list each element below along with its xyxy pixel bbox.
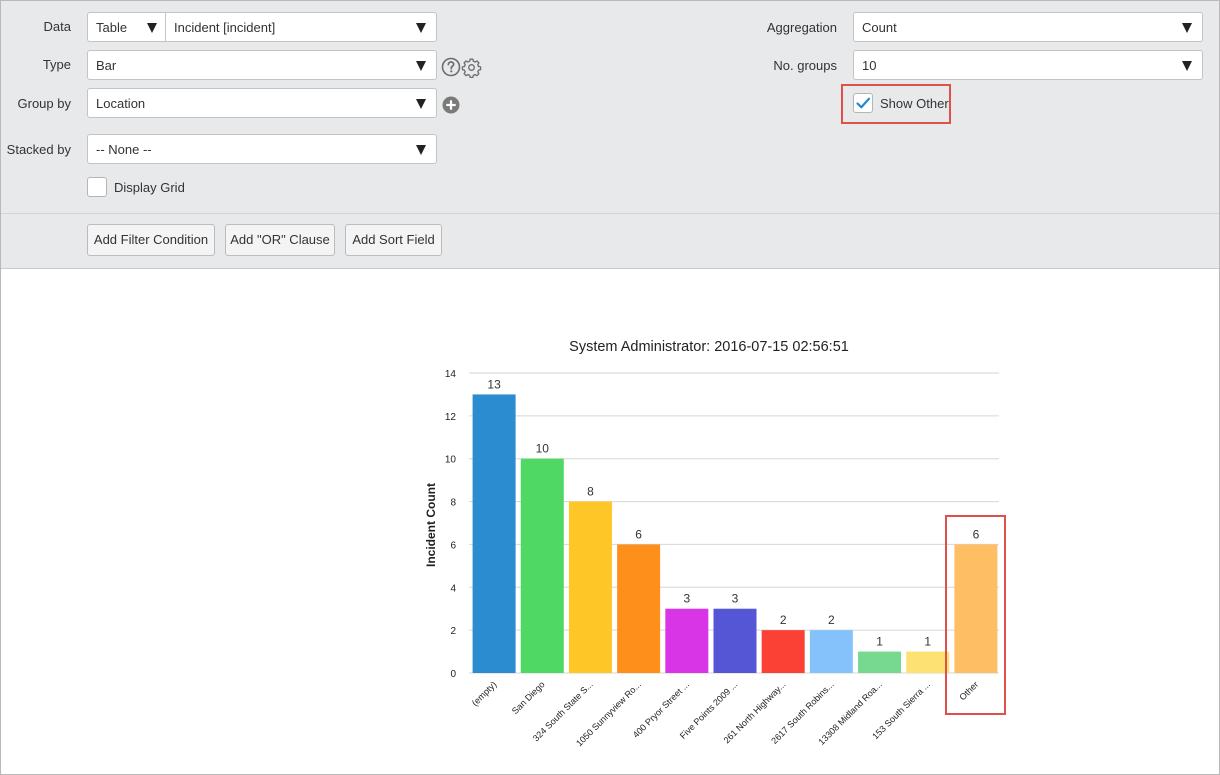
bar[interactable]: [665, 608, 709, 673]
dropdown-arrow-icon: [416, 99, 426, 109]
y-tick-label: 14: [445, 369, 457, 380]
display-grid-checkbox[interactable]: [87, 177, 107, 197]
bar[interactable]: [472, 394, 516, 673]
stacked-by-select[interactable]: -- None --: [87, 134, 437, 164]
dropdown-arrow-icon: [1182, 61, 1192, 71]
group-by-label: Group by: [17, 96, 71, 111]
bar-value-label: 6: [635, 527, 642, 541]
x-tick-label: Other: [957, 679, 980, 702]
show-other-highlight: [841, 84, 951, 124]
chart-title: System Administrator: 2016-07-15 02:56:5…: [569, 339, 849, 355]
help-icon[interactable]: [441, 57, 461, 77]
bar[interactable]: [906, 651, 950, 673]
bar-value-label: 1: [876, 635, 883, 649]
add-icon[interactable]: [442, 96, 460, 114]
y-tick-label: 8: [450, 498, 456, 509]
dropdown-arrow-icon: [416, 145, 426, 155]
bar[interactable]: [858, 651, 902, 673]
bar-value-label: 3: [732, 592, 739, 606]
y-tick-label: 2: [450, 626, 456, 637]
bar-value-label: 6: [973, 527, 980, 541]
bar[interactable]: [809, 630, 853, 673]
bar-value-label: 2: [828, 613, 835, 627]
aggregation-label: Aggregation: [766, 20, 837, 35]
aggregation-select[interactable]: Count: [853, 12, 1203, 42]
data-source-select[interactable]: Table: [87, 12, 167, 42]
bar-value-label: 10: [536, 442, 550, 456]
dropdown-arrow-icon: [416, 23, 426, 33]
y-axis-title: Incident Count: [424, 483, 438, 567]
type-value: Bar: [96, 58, 117, 73]
y-tick-label: 6: [450, 540, 456, 551]
no-groups-value: 10: [862, 58, 877, 73]
bar-value-label: 8: [587, 485, 594, 499]
x-axis-ticks: (empty) San Diego324 South State S...1050…: [470, 679, 980, 748]
bar[interactable]: [713, 608, 757, 673]
bar-value-label: 13: [487, 377, 501, 391]
bar-value-label: 3: [683, 592, 690, 606]
dropdown-arrow-icon: [147, 23, 157, 33]
y-axis-ticks: 0 2 4 6 8 10 12 14: [445, 369, 457, 680]
y-tick-label: 0: [450, 669, 456, 680]
data-source-value: Table: [96, 20, 128, 35]
add-or-clause-button[interactable]: Add "OR" Clause: [225, 224, 335, 256]
dropdown-arrow-icon: [1182, 23, 1192, 33]
display-grid-label: Display Grid: [114, 180, 185, 195]
chart-bars: [472, 394, 998, 673]
bar-value-label: 1: [924, 635, 931, 649]
y-tick-label: 4: [450, 583, 456, 594]
bar[interactable]: [568, 501, 612, 673]
aggregation-value: Count: [862, 20, 897, 35]
data-label: Data: [43, 19, 71, 34]
bar[interactable]: [520, 458, 564, 673]
stacked-by-label: Stacked by: [6, 142, 71, 157]
add-sort-field-button[interactable]: Add Sort Field: [345, 224, 442, 256]
report-designer: Data Table Incident [incident] Type Bar …: [0, 0, 1220, 775]
no-groups-select[interactable]: 10: [853, 50, 1203, 80]
y-tick-label: 10: [445, 455, 457, 466]
bar[interactable]: [954, 544, 998, 673]
bar[interactable]: [617, 544, 661, 673]
type-select[interactable]: Bar: [87, 50, 437, 80]
group-by-select[interactable]: Location: [87, 88, 437, 118]
y-tick-label: 12: [445, 412, 457, 423]
no-groups-label: No. groups: [773, 58, 837, 73]
dropdown-arrow-icon: [416, 61, 426, 71]
data-table-select[interactable]: Incident [incident]: [165, 12, 437, 42]
type-label: Type: [42, 57, 71, 72]
gear-icon[interactable]: [461, 57, 482, 78]
bar-value-label: 2: [780, 613, 787, 627]
bar-chart: System Administrator: 2016-07-15 02:56:5…: [424, 339, 1006, 748]
filter-toolbar: Add Filter Condition Add "OR" Clause Add…: [1, 214, 1219, 269]
data-table-value: Incident [incident]: [174, 20, 276, 35]
x-tick-label: (empty): [470, 679, 499, 708]
stacked-by-value: -- None --: [96, 142, 152, 157]
group-by-value: Location: [96, 96, 146, 111]
add-filter-condition-button[interactable]: Add Filter Condition: [87, 224, 215, 256]
bar[interactable]: [761, 630, 805, 673]
report-config-panel: Data Table Incident [incident] Type Bar …: [1, 1, 1219, 214]
x-tick-label: San Diego: [510, 679, 547, 716]
